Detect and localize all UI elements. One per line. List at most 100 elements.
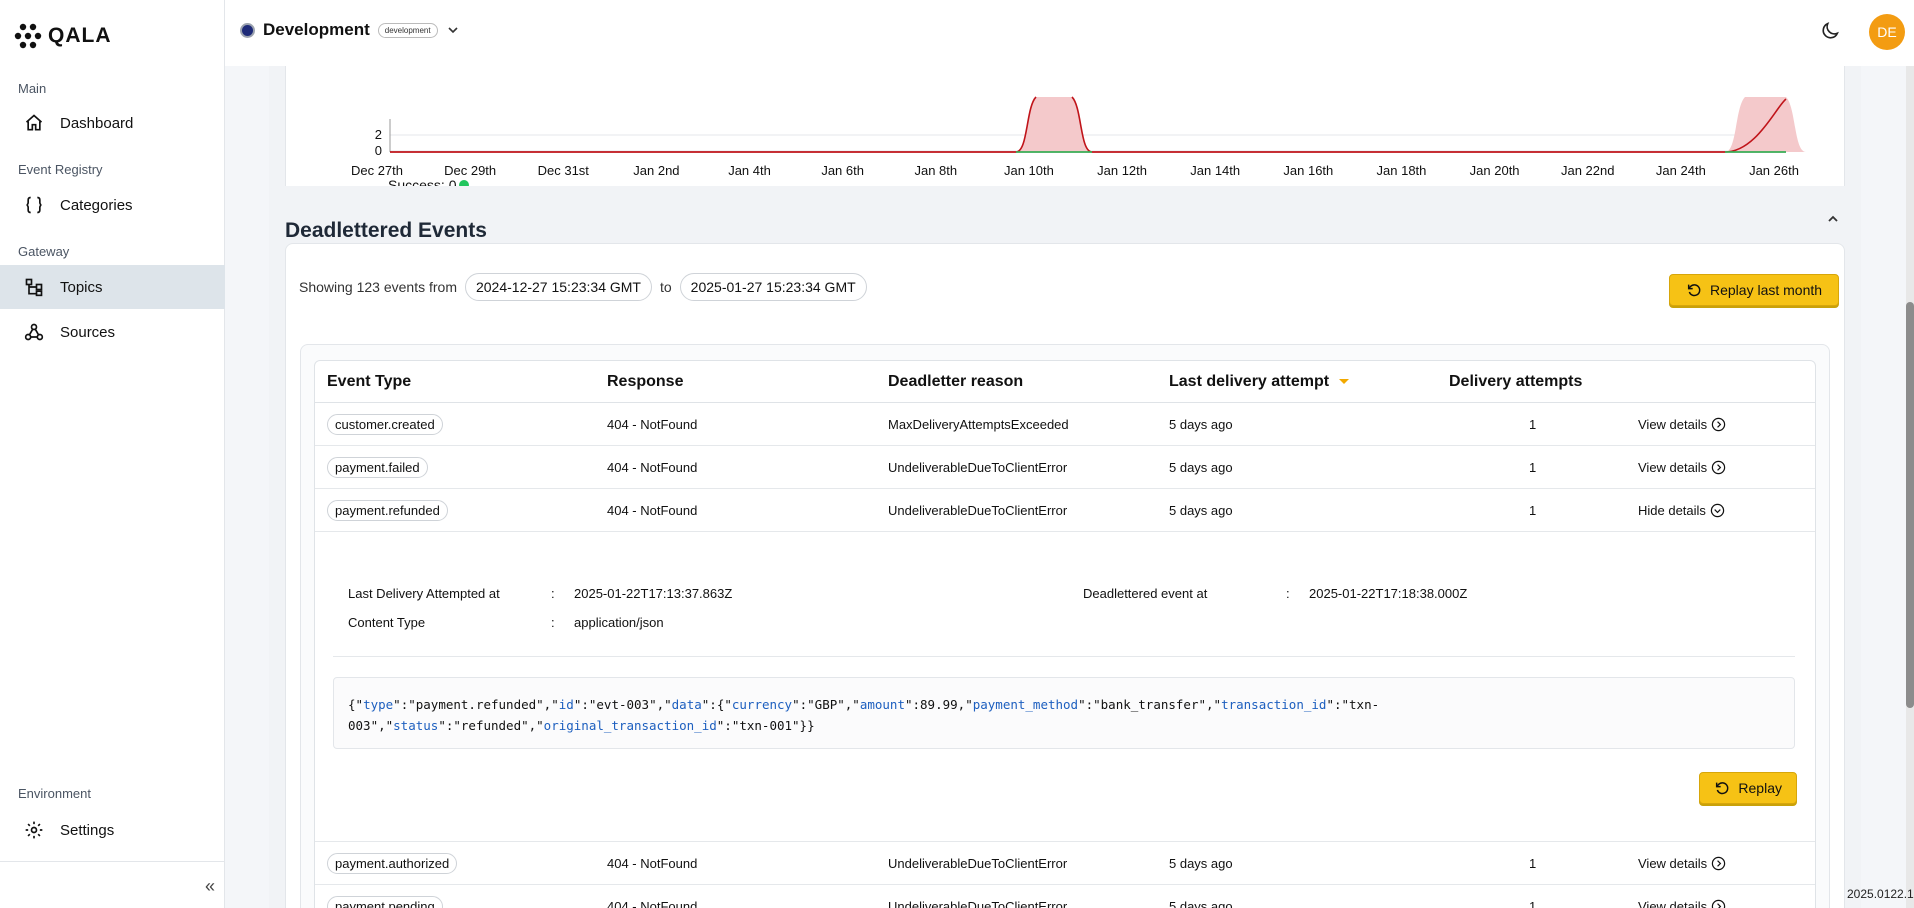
chevron-down-circle-icon: [1710, 503, 1725, 517]
last-attempt-cell: 5 days ago: [1169, 898, 1233, 908]
x-tick-label: Jan 8th: [914, 163, 957, 178]
attempts-cell: 1: [1529, 855, 1537, 871]
column-deadletter-reason: Deadletter reason: [888, 372, 1024, 390]
logo-icon: [14, 23, 42, 49]
sidebar-item-label: Topics: [60, 278, 103, 296]
topics-icon: [25, 278, 43, 297]
details-label: Hide details: [1638, 502, 1706, 518]
sidebar-item-settings[interactable]: Settings: [0, 808, 225, 852]
column-delivery-attempts: Delivery attempts: [1449, 372, 1583, 390]
details-label: View details: [1638, 416, 1708, 432]
attempts-cell: 1: [1529, 416, 1537, 432]
replay-label: Replay: [1738, 780, 1782, 796]
section-label-event-registry: Event Registry: [18, 162, 103, 177]
table-row: customer.created 404 - NotFound MaxDeliv…: [315, 403, 1815, 446]
vertical-scrollbar[interactable]: [1906, 66, 1914, 908]
last-attempt-cell: 5 days ago: [1169, 502, 1233, 518]
environment-name: Development: [263, 20, 370, 39]
sidebar: QALA Main Dashboard Event Registry Categ…: [0, 0, 225, 908]
payload-line-1: {"type":"payment.refunded","id":"evt-003…: [348, 697, 1380, 712]
chevron-right-circle-icon: [1711, 856, 1726, 870]
showing-prefix: Showing 123 events from: [299, 279, 457, 295]
event-detail-panel: Last Delivery Attempted at : 2025-01-22T…: [315, 532, 1815, 842]
response-cell: 404 - NotFound: [607, 898, 698, 908]
column-last-delivery-attempt[interactable]: Last delivery attempt: [1169, 373, 1350, 391]
table-header: Event Type Response Deadletter reason La…: [315, 361, 1815, 403]
environment-badge: development: [377, 22, 438, 38]
qala-logo[interactable]: QALA: [14, 22, 112, 50]
payload-line-2: 003","status":"refunded","original_trans…: [348, 718, 815, 733]
chevron-right-circle-icon: [1711, 899, 1726, 908]
event-type-tag: customer.created: [327, 413, 443, 435]
date-to-pill[interactable]: 2025-01-27 15:23:34 GMT: [679, 273, 867, 301]
section-label-main: Main: [18, 81, 47, 96]
x-tick-label: Jan 18th: [1377, 163, 1427, 178]
showing-summary: Showing 123 events from 2024-12-27 15:23…: [299, 273, 867, 301]
replay-last-month-button[interactable]: Replay last month: [1669, 274, 1840, 306]
details-label: View details: [1638, 459, 1708, 475]
sort-desc-icon: [1339, 378, 1350, 384]
replay-icon: [1716, 782, 1729, 795]
column-event-type: Event Type: [327, 372, 412, 390]
section-label-environment: Environment: [18, 786, 91, 801]
x-tick-label: Jan 12th: [1097, 163, 1147, 178]
event-type-tag: payment.authorized: [327, 852, 458, 874]
last-attempted-label: Last Delivery Attempted at: [348, 586, 500, 601]
details-label: View details: [1638, 898, 1708, 908]
environment-dot-icon: [240, 22, 255, 38]
view-details-link[interactable]: View details: [1638, 856, 1726, 871]
reason-cell: UndeliverableDueToClientError: [888, 502, 1068, 518]
x-tick-label: Dec 29th: [444, 163, 496, 178]
version-label: 2025.0122.1: [1847, 887, 1914, 901]
x-tick-label: Dec 31st: [538, 163, 590, 178]
scrollbar-thumb[interactable]: [1906, 302, 1914, 708]
last-attempt-cell: 5 days ago: [1169, 459, 1233, 475]
event-type-tag: payment.refunded: [327, 499, 448, 521]
date-from-pill[interactable]: 2024-12-27 15:23:34 GMT: [464, 273, 652, 301]
table-row: payment.authorized 404 - NotFound Undeli…: [315, 842, 1815, 885]
reason-cell: UndeliverableDueToClientError: [888, 459, 1068, 475]
sidebar-item-categories[interactable]: Categories: [0, 183, 225, 227]
to-label: to: [659, 279, 672, 295]
content-type-value: application/json: [574, 615, 664, 630]
hide-details-link[interactable]: Hide details: [1638, 503, 1725, 518]
table-row-expanded: payment.refunded 404 - NotFound Undelive…: [315, 489, 1815, 532]
last-attempted-value: 2025-01-22T17:13:37.863Z: [574, 586, 733, 601]
environment-selector[interactable]: Development development: [240, 20, 460, 40]
view-details-link[interactable]: View details: [1638, 460, 1726, 475]
collapse-chevron-up-icon[interactable]: [1826, 212, 1840, 226]
top-header: Development development DE: [225, 0, 1914, 66]
column-response: Response: [607, 372, 684, 390]
logo-text: QALA: [48, 24, 112, 47]
chevron-down-icon: [447, 27, 458, 34]
payload-code-block[interactable]: {"type":"payment.refunded","id":"evt-003…: [333, 677, 1795, 749]
view-details-link[interactable]: View details: [1638, 899, 1726, 908]
attempts-cell: 1: [1529, 898, 1537, 908]
replay-button[interactable]: Replay: [1699, 772, 1797, 804]
x-tick-label: Jan 24th: [1656, 163, 1706, 178]
attempts-cell: 1: [1529, 459, 1537, 475]
view-details-link[interactable]: View details: [1638, 417, 1726, 432]
response-cell: 404 - NotFound: [607, 416, 698, 432]
deadlettered-title: Deadlettered Events: [285, 219, 487, 242]
sidebar-item-sources[interactable]: Sources: [0, 310, 225, 354]
replay-icon: [1687, 284, 1701, 297]
chevron-right-circle-icon: [1711, 460, 1726, 474]
detail-divider: [333, 656, 1795, 657]
dark-mode-moon-icon[interactable]: [1819, 20, 1841, 42]
reason-cell: UndeliverableDueToClientError: [888, 855, 1068, 871]
sidebar-item-dashboard[interactable]: Dashboard: [0, 101, 225, 145]
x-tick-label: Jan 20th: [1470, 163, 1520, 178]
last-attempt-cell: 5 days ago: [1169, 855, 1233, 871]
user-avatar[interactable]: DE: [1869, 14, 1905, 50]
section-label-gateway: Gateway: [18, 244, 70, 259]
failure-series-line: [390, 96, 1787, 153]
deadlettered-at-label: Deadlettered event at: [1083, 586, 1208, 601]
response-cell: 404 - NotFound: [607, 459, 698, 475]
collapse-sidebar-icon[interactable]: «: [205, 876, 215, 897]
x-tick-label: Jan 2nd: [633, 163, 679, 178]
sidebar-item-topics[interactable]: Topics: [0, 265, 225, 309]
x-tick-label: Jan 14th: [1190, 163, 1240, 178]
sidebar-footer: «: [0, 861, 225, 908]
content-type-label: Content Type: [348, 615, 426, 630]
